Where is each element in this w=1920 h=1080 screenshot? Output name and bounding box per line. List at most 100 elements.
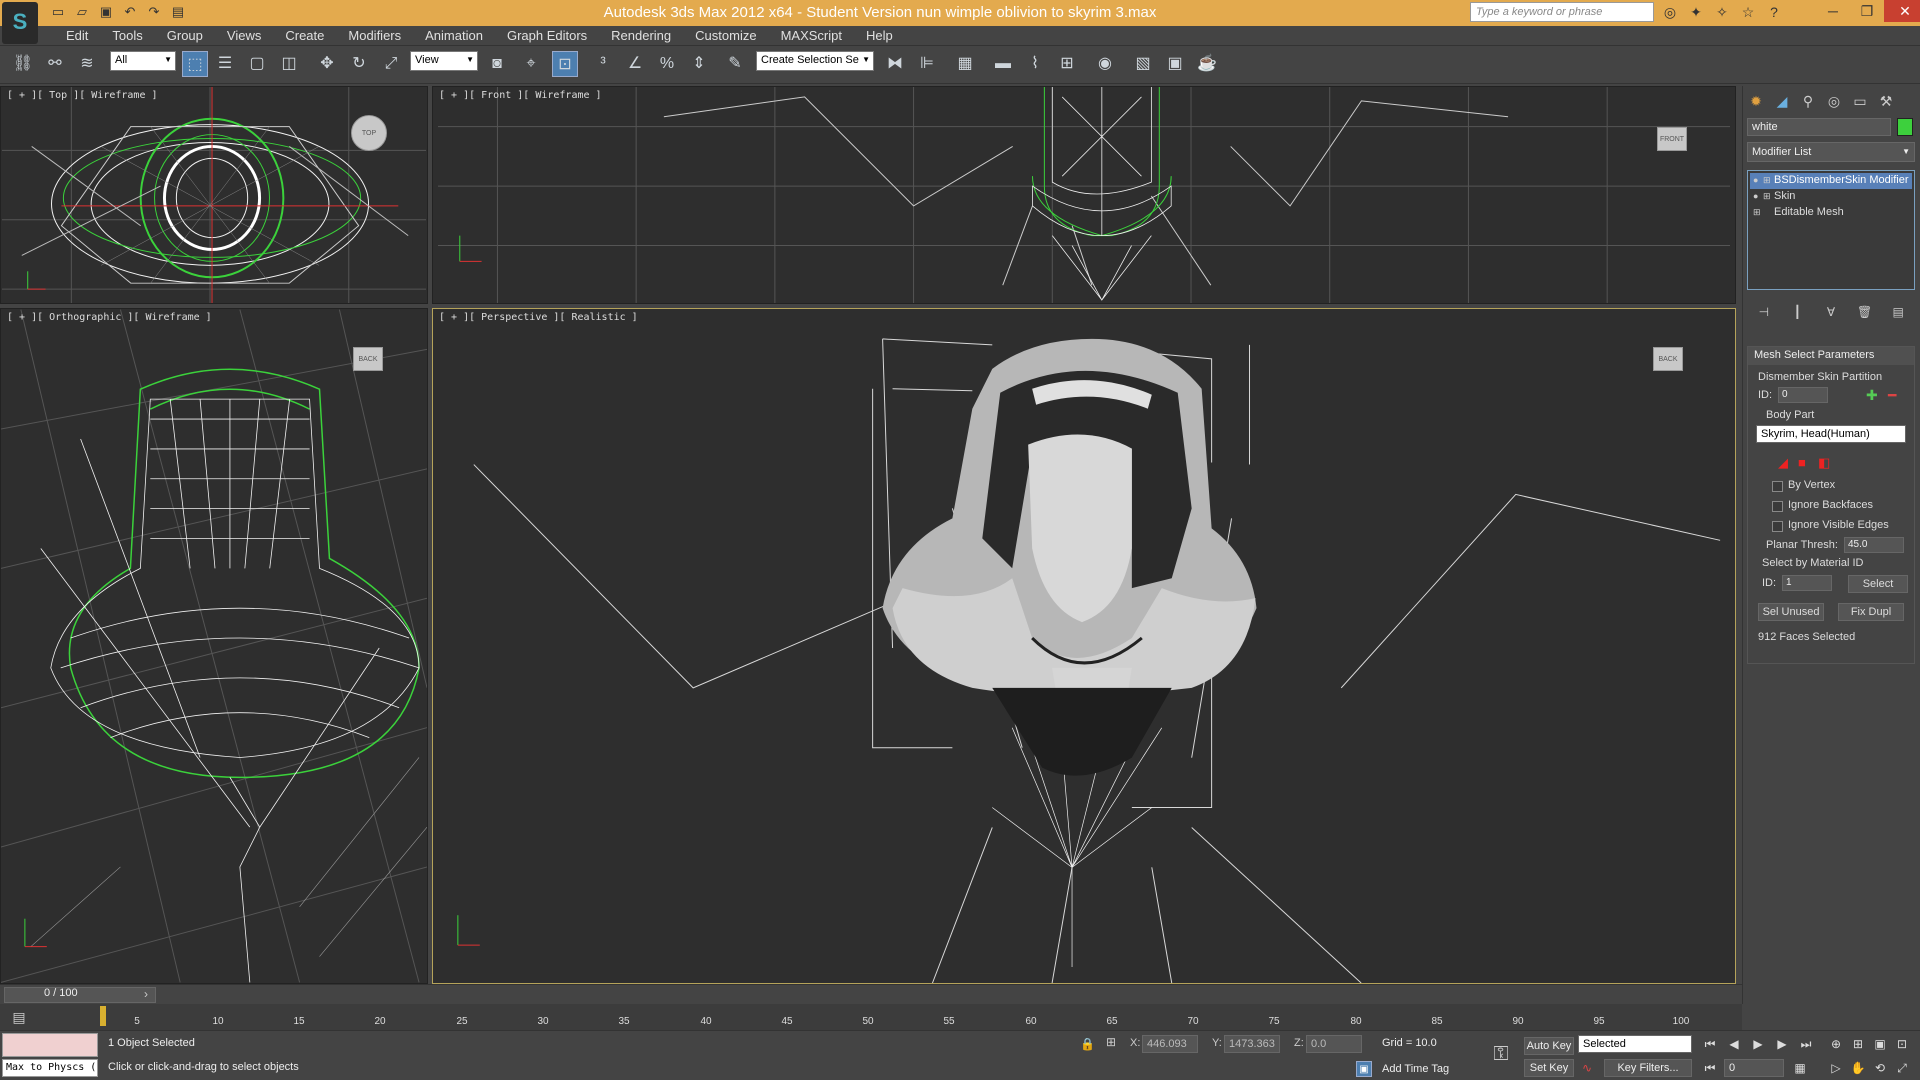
ignore-backfaces-checkbox[interactable]: [1772, 501, 1783, 512]
select-by-name-icon[interactable]: ☰: [212, 51, 238, 77]
viewport-front-label[interactable]: [ + ][ Front ][ Wireframe ]: [439, 90, 602, 101]
rectangular-selection-icon[interactable]: ▢: [244, 51, 270, 77]
orbit-icon[interactable]: ⟲: [1870, 1059, 1890, 1077]
save-file-icon[interactable]: ▣: [96, 3, 116, 21]
open-file-icon[interactable]: ▱: [72, 3, 92, 21]
viewcube-orthographic[interactable]: BACK: [353, 347, 383, 371]
key-mode-dropdown[interactable]: Selected: [1578, 1035, 1692, 1053]
zoom-icon[interactable]: ⊕: [1826, 1035, 1846, 1053]
sel-unused-button[interactable]: Sel Unused: [1758, 603, 1824, 621]
modifier-list-dropdown[interactable]: Modifier List: [1747, 142, 1915, 162]
current-frame-marker[interactable]: [100, 1006, 106, 1026]
stack-item-skin[interactable]: ● ⊞ Skin: [1750, 189, 1912, 205]
menu-rendering[interactable]: Rendering: [599, 28, 683, 44]
auto-key-button[interactable]: Auto Key: [1524, 1037, 1574, 1055]
redo-icon[interactable]: ↷: [144, 3, 164, 21]
application-logo-button[interactable]: S: [2, 2, 38, 44]
render-production-icon[interactable]: ☕: [1194, 51, 1220, 77]
add-partition-icon[interactable]: ✚: [1866, 387, 1878, 404]
lightbulb-icon[interactable]: ●: [1753, 175, 1761, 185]
maxscript-output[interactable]: Max to Physcs (: [2, 1059, 98, 1077]
curve-editor-icon[interactable]: ⌇: [1022, 51, 1048, 77]
bind-space-warp-icon[interactable]: ≋: [74, 51, 100, 77]
object-name-field[interactable]: white: [1747, 118, 1891, 136]
layer-manager-icon[interactable]: ▦: [952, 51, 978, 77]
key-mode-toggle-icon[interactable]: ⏮: [1700, 1059, 1720, 1077]
by-vertex-checkbox[interactable]: [1772, 481, 1783, 492]
y-coord-field[interactable]: 1473.363: [1224, 1035, 1280, 1053]
stack-item-bsdismemberskin[interactable]: ● ⊞ BSDismemberSkin Modifier: [1750, 173, 1912, 189]
utilities-tab-icon[interactable]: ⚒: [1875, 90, 1897, 112]
rendered-frame-window-icon[interactable]: ▣: [1162, 51, 1188, 77]
key-curve-icon[interactable]: ∿: [1582, 1061, 1592, 1075]
body-part-dropdown[interactable]: Skyrim, Head(Human): [1756, 425, 1906, 443]
stack-item-editable-mesh[interactable]: ⊞ Editable Mesh: [1750, 205, 1912, 221]
menu-animation[interactable]: Animation: [413, 28, 495, 44]
close-icon[interactable]: ✕: [1884, 0, 1920, 22]
selection-filter-dropdown[interactable]: All: [110, 51, 176, 71]
motion-tab-icon[interactable]: ◎: [1823, 90, 1845, 112]
planar-thresh-spinner[interactable]: 45.0: [1844, 537, 1904, 553]
expand-icon[interactable]: ⊞: [1763, 175, 1771, 186]
menu-help[interactable]: Help: [854, 28, 905, 44]
menu-modifiers[interactable]: Modifiers: [336, 28, 413, 44]
expand-icon[interactable]: ⊞: [1753, 207, 1761, 217]
menu-create[interactable]: Create: [273, 28, 336, 44]
viewport-perspective-label[interactable]: [ + ][ Perspective ][ Realistic ]: [439, 312, 638, 323]
key-filters-button[interactable]: Key Filters...: [1604, 1059, 1692, 1077]
play-icon[interactable]: ▶: [1748, 1035, 1768, 1053]
select-face-icon[interactable]: ■: [1798, 455, 1806, 470]
snaps-toggle-icon[interactable]: ³: [590, 51, 616, 77]
time-slider[interactable]: [4, 987, 156, 1003]
favorites-star-icon[interactable]: ☆: [1738, 2, 1758, 22]
rollout-title[interactable]: Mesh Select Parameters: [1748, 347, 1914, 365]
viewcube-front[interactable]: FRONT: [1657, 127, 1687, 151]
mini-curve-editor-icon[interactable]: ▤: [6, 1006, 32, 1028]
add-time-tag[interactable]: Add Time Tag: [1382, 1063, 1449, 1075]
track-bar[interactable]: ▤ 5 10 15 20 25 30 35 40 45 50 55 60 65 …: [0, 1004, 1742, 1030]
time-tag-icon[interactable]: ▣: [1356, 1061, 1372, 1077]
maximize-icon[interactable]: ❐: [1850, 0, 1884, 22]
help-icon[interactable]: ?: [1764, 2, 1784, 22]
communication-icon[interactable]: ✧: [1712, 2, 1732, 22]
named-selection-dropdown[interactable]: Create Selection Se: [756, 51, 874, 71]
menu-graph-editors[interactable]: Graph Editors: [495, 28, 599, 44]
selection-lock-icon[interactable]: 🔒: [1080, 1037, 1095, 1051]
menu-maxscript[interactable]: MAXScript: [769, 28, 854, 44]
current-frame-field[interactable]: 0: [1724, 1059, 1784, 1077]
reference-coordinate-dropdown[interactable]: View: [410, 51, 478, 71]
menu-group[interactable]: Group: [155, 28, 215, 44]
fix-dupl-button[interactable]: Fix Dupl: [1838, 603, 1904, 621]
viewport-top-label[interactable]: [ + ][ Top ][ Wireframe ]: [7, 90, 158, 101]
render-setup-icon[interactable]: ▧: [1130, 51, 1156, 77]
viewport-perspective[interactable]: [ + ][ Perspective ][ Realistic ] BACK: [432, 308, 1736, 984]
configure-modifier-sets-icon[interactable]: ▤: [1887, 302, 1909, 322]
go-to-end-icon[interactable]: ⏭: [1796, 1035, 1816, 1053]
remove-partition-icon[interactable]: ━: [1888, 387, 1896, 404]
viewport-top[interactable]: [ + ][ Top ][ Wireframe ] TOP: [0, 86, 428, 304]
absolute-mode-icon[interactable]: ⊞: [1106, 1035, 1116, 1049]
spinner-snap-icon[interactable]: ⇕: [686, 51, 712, 77]
unlink-icon[interactable]: ⚯: [42, 51, 68, 77]
zoom-extents-all-icon[interactable]: ⊡: [1892, 1035, 1912, 1053]
modify-tab-icon[interactable]: ◢: [1771, 90, 1793, 112]
frame-ruler[interactable]: 5 10 15 20 25 30 35 40 45 50 55 60 65 70…: [48, 1004, 1738, 1030]
menu-edit[interactable]: Edit: [54, 28, 100, 44]
hierarchy-tab-icon[interactable]: ⚲: [1797, 90, 1819, 112]
lightbulb-icon[interactable]: ●: [1753, 191, 1761, 201]
material-id-spinner[interactable]: 1: [1782, 575, 1832, 591]
time-configuration-icon[interactable]: ▦: [1790, 1059, 1810, 1077]
viewport-front[interactable]: [ + ][ Front ][ Wireframe ] FRONT: [432, 86, 1736, 304]
previous-frame-icon[interactable]: ◀: [1724, 1035, 1744, 1053]
next-frame-icon[interactable]: ▶: [1772, 1035, 1792, 1053]
show-end-result-icon[interactable]: ┃: [1786, 302, 1808, 322]
scale-icon[interactable]: ⤢: [378, 51, 404, 77]
pivot-center-icon[interactable]: ◙: [484, 51, 510, 77]
z-coord-field[interactable]: 0.0: [1306, 1035, 1362, 1053]
project-folder-icon[interactable]: ▤: [168, 3, 188, 21]
remove-modifier-icon[interactable]: 🗑: [1854, 302, 1876, 322]
ignore-visible-edges-checkbox[interactable]: [1772, 521, 1783, 532]
x-coord-field[interactable]: 446.093: [1142, 1035, 1198, 1053]
pan-view-icon[interactable]: ✋: [1848, 1059, 1868, 1077]
minimize-icon[interactable]: ─: [1816, 0, 1850, 22]
